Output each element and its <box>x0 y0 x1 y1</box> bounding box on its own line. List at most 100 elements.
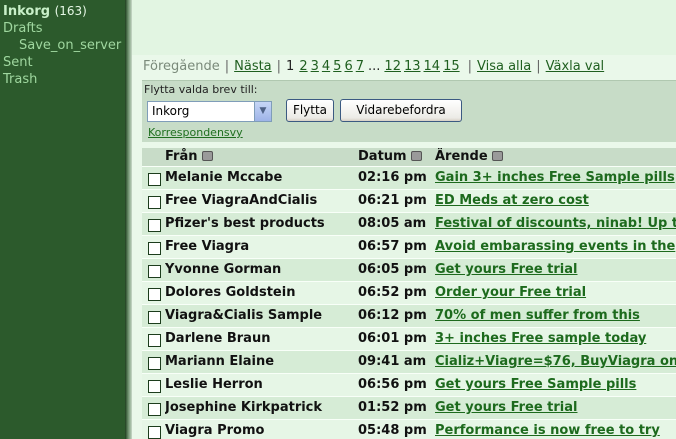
row-subject-link[interactable]: Festival of discounts, ninab! Up to <box>435 216 676 231</box>
table-row[interactable]: Free ViagraAndCialis 06:21 pm ED Meds at z… <box>142 189 676 212</box>
move-button[interactable]: Flytta <box>286 99 334 122</box>
folder-inbox-label: Inkorg <box>3 4 51 19</box>
row-subject-link[interactable]: Cializ+Viagre=$76, BuyViagra on <box>435 354 676 369</box>
row-sender: Yvonne Gorman <box>165 262 282 277</box>
chevron-down-icon[interactable]: ▼ <box>254 102 271 121</box>
row-subject-link[interactable]: ED Meds at zero cost <box>435 193 676 208</box>
move-panel: Flytta valda brev till: Inkorg ▼ Flytta … <box>142 80 676 142</box>
row-subject-link[interactable]: Get yours Free Sample pills <box>435 377 676 392</box>
table-row[interactable]: Leslie Herron 06:56 pm Get yours Free Samp… <box>142 373 676 396</box>
pager-page-link[interactable]: 12 <box>384 59 401 75</box>
row-subject-link[interactable]: 70% of men suffer from this <box>435 308 676 323</box>
pager-page-link[interactable]: 4 <box>322 59 330 75</box>
row-date: 06:56 pm <box>358 377 427 392</box>
row-sender: Free Viagra <box>165 239 250 254</box>
sort-icon[interactable] <box>410 151 422 161</box>
table-row[interactable]: Viagra Promo 05:48 pm Performance is now f… <box>142 419 676 439</box>
folder-drafts[interactable]: Drafts <box>3 21 43 36</box>
sort-icon[interactable] <box>201 151 213 161</box>
row-sender: Melanie Mccabe <box>165 170 283 185</box>
pager-separator: | <box>276 59 282 74</box>
folder-sent[interactable]: Sent <box>3 55 33 70</box>
conversation-view-link[interactable]: Korrespondensvy <box>148 126 243 139</box>
row-date: 01:52 pm <box>358 400 427 415</box>
column-header-subject[interactable]: Ärende <box>435 149 503 164</box>
table-row[interactable]: Dolores Goldstein 06:52 pm Order your Free… <box>142 281 676 304</box>
pager-current-page: 1 <box>286 59 295 74</box>
pager-page-link[interactable]: 6 <box>344 59 352 75</box>
row-sender: Dolores Goldstein <box>165 285 296 300</box>
row-date: 06:05 pm <box>358 262 427 277</box>
pager-next[interactable]: Nästa <box>234 59 272 75</box>
table-row[interactable]: Pfizer's best products 08:05 am Festival o… <box>142 212 676 235</box>
pager-page-link[interactable]: 7 <box>356 59 364 75</box>
frame-divider[interactable] <box>125 0 132 439</box>
pager-prev: Föregående <box>143 59 220 74</box>
row-date: 08:05 am <box>358 216 427 231</box>
move-label: Flytta valda brev till: <box>144 83 258 96</box>
column-header-subject-label: Ärende <box>435 149 488 164</box>
pager-page-link[interactable]: 3 <box>311 59 319 75</box>
row-subject-link[interactable]: Get yours Free trial <box>435 400 676 415</box>
table-row[interactable]: Darlene Braun 06:01 pm 3+ inches Free samp… <box>142 327 676 350</box>
row-checkbox[interactable] <box>148 357 161 370</box>
table-row[interactable]: Yvonne Gorman 06:05 pm Get yours Free tria… <box>142 258 676 281</box>
folder-save-on-server[interactable]: Save_on_server <box>19 38 121 53</box>
row-checkbox[interactable] <box>148 403 161 416</box>
row-checkbox[interactable] <box>148 311 161 324</box>
toggle-selection-link[interactable]: Växla val <box>546 59 605 75</box>
row-sender: Mariann Elaine <box>165 354 275 369</box>
column-header-date-label: Datum <box>358 149 407 164</box>
target-folder-value: Inkorg <box>152 104 190 118</box>
column-header-from[interactable]: Från <box>165 149 213 164</box>
row-subject-link[interactable]: Gain 3+ inches Free Sample pills <box>435 170 676 185</box>
row-checkbox[interactable] <box>148 196 161 209</box>
row-checkbox[interactable] <box>148 242 161 255</box>
row-checkbox[interactable] <box>148 334 161 347</box>
table-row[interactable]: Free Viagra 06:57 pm Avoid embarassing eve… <box>142 235 676 258</box>
pagination: Föregående | Nästa | 1 2 3 4 5 6 7... 12 13 14 15 | Visa… <box>143 59 676 75</box>
row-sender: Darlene Braun <box>165 331 271 346</box>
pager-page-link[interactable]: 2 <box>299 59 307 75</box>
pager-page-link[interactable]: 14 <box>424 59 441 75</box>
row-date: 06:12 pm <box>358 308 427 323</box>
folder-trash[interactable]: Trash <box>3 72 37 87</box>
pager-separator: | <box>467 59 472 74</box>
row-checkbox[interactable] <box>148 219 161 232</box>
row-subject-link[interactable]: 3+ inches Free sample today <box>435 331 676 346</box>
message-table: Från Datum Ärende Melanie Mccabe 02:16 pm… <box>142 148 676 439</box>
pager-page-link[interactable]: 13 <box>404 59 421 75</box>
table-header: Från Datum Ärende <box>142 148 676 166</box>
pager-page-link[interactable]: 5 <box>333 59 341 75</box>
show-all-link[interactable]: Visa alla <box>477 59 531 75</box>
row-date: 06:52 pm <box>358 285 427 300</box>
target-folder-select[interactable]: Inkorg ▼ <box>147 101 272 122</box>
row-checkbox[interactable] <box>148 173 161 186</box>
row-checkbox[interactable] <box>148 265 161 278</box>
row-subject-link[interactable]: Performance is now free to try <box>435 423 676 438</box>
row-sender: Viagra&Cialis Sample <box>165 308 323 323</box>
row-checkbox[interactable] <box>148 380 161 393</box>
sort-icon[interactable] <box>491 151 503 161</box>
folder-inbox[interactable]: Inkorg (163) <box>3 4 87 19</box>
table-row[interactable]: Melanie Mccabe 02:16 pm Gain 3+ inches Fre… <box>142 166 676 189</box>
column-header-from-label: Från <box>165 149 198 164</box>
row-date: 02:16 pm <box>358 170 427 185</box>
column-header-date[interactable]: Datum <box>358 149 422 164</box>
row-date: 05:48 pm <box>358 423 427 438</box>
table-row[interactable]: Josephine Kirkpatrick 01:52 pm Get yours F… <box>142 396 676 419</box>
row-subject-link[interactable]: Avoid embarassing events in the <box>435 239 676 254</box>
table-row[interactable]: Mariann Elaine 09:41 am Cializ+Viagre=$76,… <box>142 350 676 373</box>
table-row[interactable]: Viagra&Cialis Sample 06:12 pm 70% of men s… <box>142 304 676 327</box>
row-subject-link[interactable]: Order your Free trial <box>435 285 676 300</box>
row-checkbox[interactable] <box>148 288 161 301</box>
row-date: 06:57 pm <box>358 239 427 254</box>
row-checkbox[interactable] <box>148 426 161 439</box>
row-date: 06:01 pm <box>358 331 427 346</box>
row-subject-link[interactable]: Get yours Free trial <box>435 262 676 277</box>
pager-separator: | <box>224 59 230 74</box>
pager-page-link[interactable]: 15 <box>443 59 460 75</box>
unread-count: (163) <box>54 4 87 18</box>
row-sender: Viagra Promo <box>165 423 265 438</box>
forward-button[interactable]: Vidarebefordra <box>340 99 462 122</box>
